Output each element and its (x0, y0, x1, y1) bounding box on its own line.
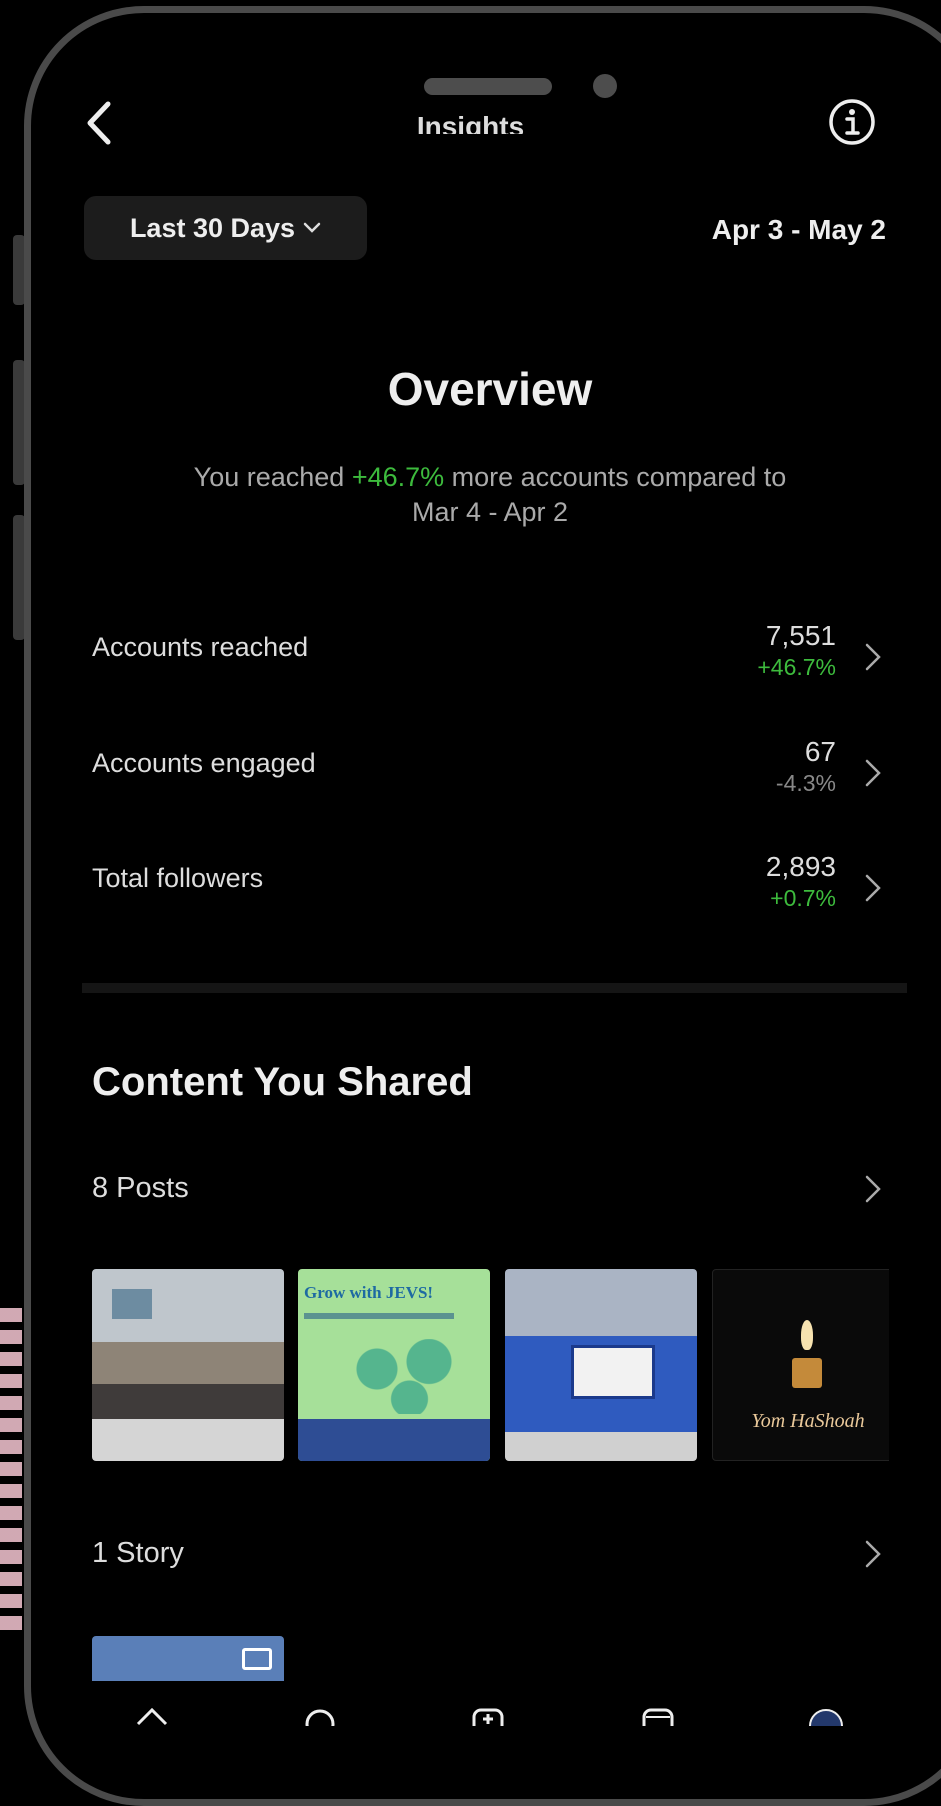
stat-label: Accounts reached (92, 632, 309, 662)
reels-icon (642, 1708, 674, 1740)
stories-count: 1 Story (92, 1537, 184, 1569)
chevron-right-icon (865, 643, 881, 671)
search-tab[interactable] (300, 1700, 340, 1739)
posts-row[interactable]: 8 Posts (92, 1162, 882, 1218)
check-graphic (571, 1345, 655, 1399)
summary-change: +46.7% (351, 462, 445, 492)
create-tab[interactable] (468, 1700, 508, 1740)
stories-row[interactable]: 1 Story (92, 1527, 882, 1583)
stat-value-block: 7,551 +46.7% (757, 620, 836, 682)
stat-value: 2,893 (765, 851, 836, 882)
camera-icon (242, 1648, 272, 1670)
post-caption: Yom HaShoah (751, 1410, 865, 1432)
stat-value-block: 67 -4.3% (776, 736, 836, 798)
chevron-down-icon (303, 222, 321, 233)
create-icon (472, 1708, 504, 1740)
info-icon (829, 99, 875, 145)
compare-range: Mar 4 - Apr 2 (411, 497, 569, 527)
chevron-right-icon (865, 1540, 881, 1568)
profile-tab[interactable] (806, 1700, 846, 1743)
search-icon (305, 1709, 335, 1739)
candle (792, 1358, 822, 1388)
stat-row-total-followers[interactable]: Total followers 2,893 +0.7% (92, 851, 882, 941)
info-button[interactable] (828, 98, 876, 146)
date-range-text: Apr 3 - May 2 (711, 214, 886, 245)
chevron-right-icon (865, 759, 881, 787)
camera-dot (593, 74, 617, 98)
post-thumbnail-yom-hashoah[interactable]: Yom HaShoah (712, 1269, 889, 1461)
stat-change: +46.7% (757, 654, 836, 680)
stat-row-accounts-engaged[interactable]: Accounts engaged 67 -4.3% (92, 736, 882, 826)
stat-label: Accounts engaged (92, 748, 316, 778)
stat-change: -4.3% (775, 770, 836, 796)
profile-icon (809, 1709, 843, 1743)
dynamic-island (424, 78, 552, 95)
stat-label: Total followers (92, 863, 264, 893)
date-range-dropdown-label: Last 30 Days (129, 212, 296, 243)
post-thumbnail-grow-with-jevs[interactable]: Grow with JEVS! (298, 1269, 490, 1461)
story-thumbnail[interactable] (92, 1636, 284, 1681)
post-thumbnails: Grow with JEVS! Yom HaShoah (92, 1269, 889, 1463)
summary-suffix: more accounts compared to (444, 462, 787, 492)
stat-row-accounts-reached[interactable]: Accounts reached 7,551 +46.7% (92, 620, 882, 710)
chevron-right-icon (865, 1175, 881, 1203)
post-thumbnail-group-photo[interactable] (92, 1269, 284, 1461)
home-tab[interactable] (132, 1700, 172, 1726)
post-footer-band (298, 1419, 490, 1461)
overview-title: Overview (387, 363, 593, 415)
post-thumbnail-check-presentation[interactable] (505, 1269, 697, 1461)
post-text-line (304, 1313, 454, 1319)
date-range-dropdown[interactable]: Last 30 Days (84, 196, 367, 260)
stat-change: +0.7% (770, 885, 836, 911)
photo-detail (112, 1289, 152, 1319)
home-icon (136, 1707, 168, 1726)
stat-value-block: 2,893 +0.7% (766, 851, 836, 913)
content-section-title: Content You Shared (92, 1060, 473, 1104)
page-title: Insights (416, 112, 525, 134)
summary-prefix: You reached (193, 462, 352, 492)
flower-graphic (338, 1339, 468, 1414)
overview-summary: You reached +46.7% more accounts compare… (140, 460, 840, 530)
bottom-tab-bar (92, 1700, 892, 1743)
stat-value: 7,551 (765, 620, 836, 651)
candle-flame (801, 1320, 813, 1350)
section-divider (82, 983, 907, 993)
chevron-right-icon (865, 874, 881, 902)
reels-tab[interactable] (638, 1700, 678, 1740)
post-caption: Grow with JEVS! (304, 1283, 434, 1302)
stat-value: 67 (804, 736, 836, 767)
background-decoration (0, 1300, 22, 1630)
posts-count: 8 Posts (92, 1172, 189, 1204)
